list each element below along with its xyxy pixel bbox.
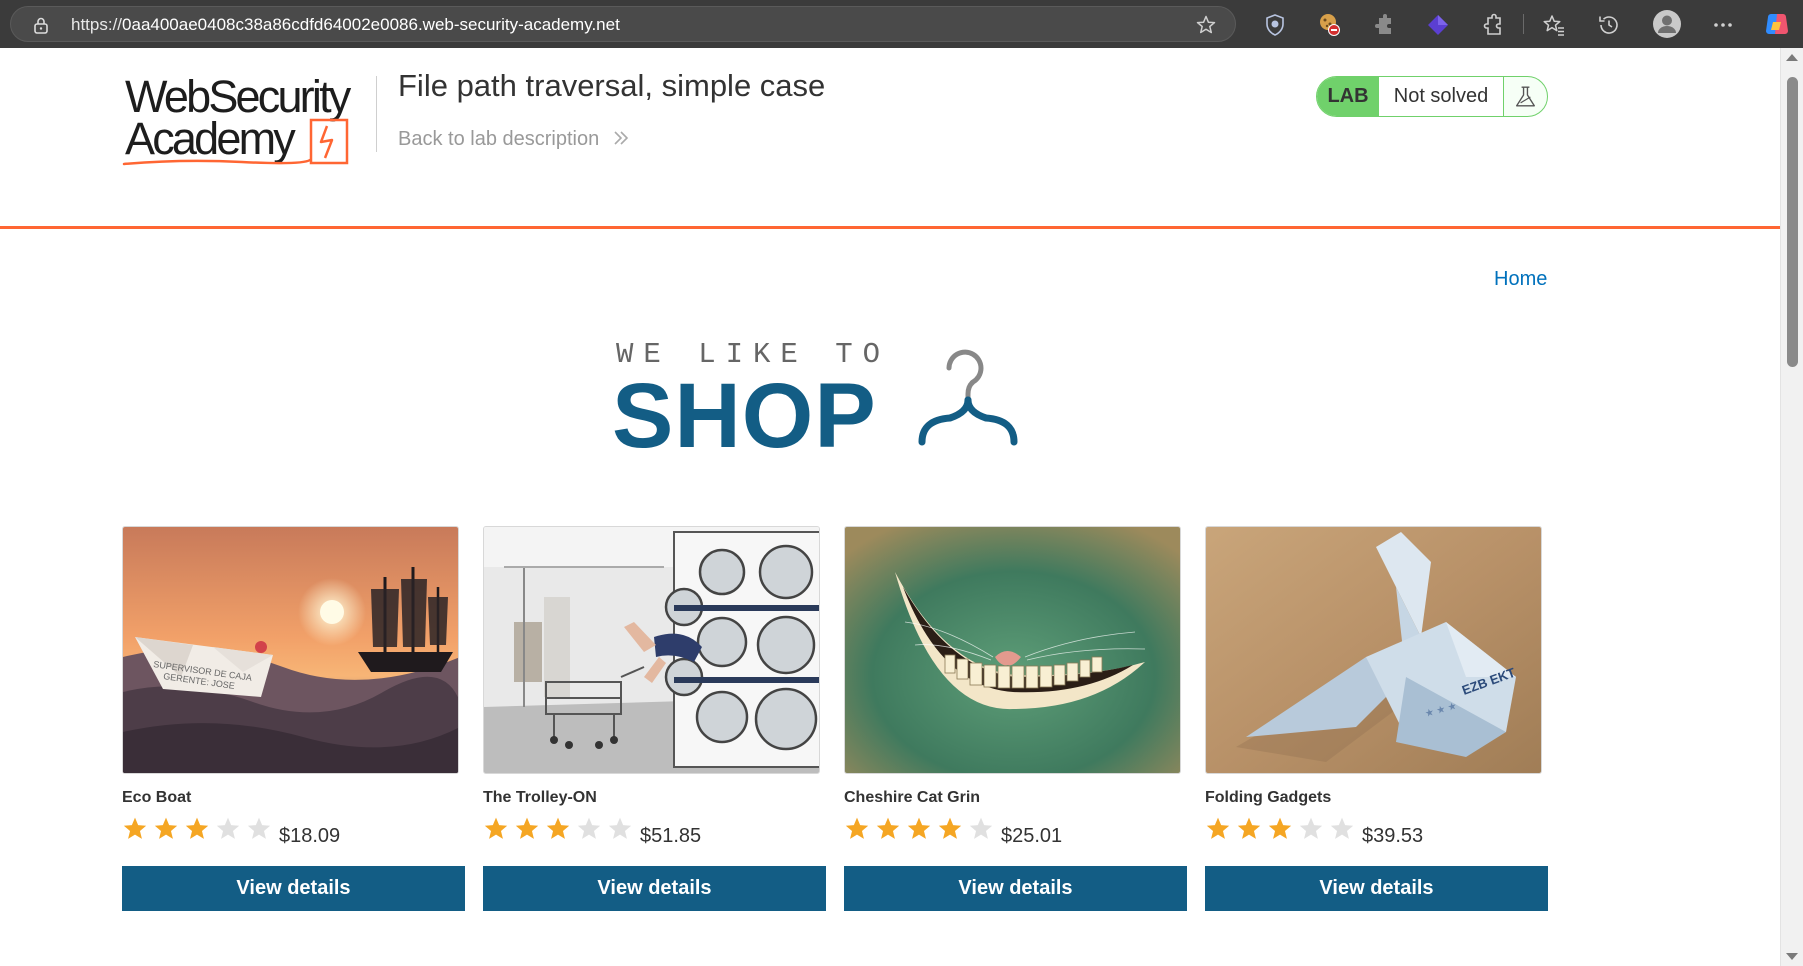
header-divider	[376, 76, 377, 152]
product-card: EZB EKT ★ ★ ★ Folding Gadgets $39.53 Vie…	[1205, 526, 1548, 966]
product-name: The Trolley-ON	[483, 789, 597, 806]
product-name: Eco Boat	[122, 789, 192, 806]
star-filled-icon	[1268, 817, 1292, 839]
view-details-button[interactable]: View details	[122, 866, 465, 911]
star-filled-icon	[845, 817, 869, 839]
star-filled-icon	[484, 817, 508, 839]
product-image-folding-gadgets: EZB EKT ★ ★ ★	[1205, 526, 1542, 774]
copilot-icon[interactable]	[1763, 10, 1791, 38]
product-rating	[844, 816, 999, 844]
lab-label: LAB	[1317, 77, 1379, 116]
back-to-lab-description-link[interactable]: Back to lab description	[398, 128, 629, 151]
url-scheme: https://	[71, 15, 123, 34]
product-rating	[122, 816, 277, 844]
star-filled-icon	[1237, 817, 1261, 839]
scroll-up-arrow-icon[interactable]	[1786, 54, 1798, 61]
view-details-button[interactable]: View details	[483, 866, 826, 911]
extensions-icon[interactable]	[1480, 12, 1506, 38]
back-link-label: Back to lab description	[398, 128, 600, 150]
favorite-star-icon[interactable]	[1195, 14, 1217, 36]
view-details-button[interactable]: View details	[1205, 866, 1548, 911]
lab-header: WebSecurity Academy File path traversal,…	[0, 48, 1780, 229]
star-filled-icon	[1206, 817, 1230, 839]
star-filled-icon	[907, 817, 931, 839]
banner-shop: SHOP	[612, 365, 877, 467]
logo-lightning-icon	[122, 118, 349, 166]
shield-extension-icon[interactable]	[1262, 12, 1288, 38]
product-name: Folding Gadgets	[1205, 789, 1332, 806]
star-filled-icon	[938, 817, 962, 839]
page-content: WebSecurity Academy File path traversal,…	[0, 48, 1780, 966]
nav-home-link[interactable]: Home	[1494, 268, 1547, 291]
star-empty-icon	[608, 817, 632, 839]
star-empty-icon	[969, 817, 993, 839]
puzzle-extension-icon[interactable]	[1371, 12, 1397, 38]
history-icon[interactable]	[1596, 12, 1622, 38]
view-details-button[interactable]: View details	[844, 866, 1187, 911]
url-text[interactable]: https://0aa400ae0408c38a86cdfd64002e0086…	[71, 15, 620, 35]
lab-status-badge: LAB Not solved	[1316, 76, 1548, 117]
product-rating	[483, 816, 638, 844]
star-empty-icon	[247, 817, 271, 839]
product-rating	[1205, 816, 1360, 844]
star-empty-icon	[577, 817, 601, 839]
favorites-icon[interactable]	[1541, 12, 1567, 38]
star-empty-icon	[1299, 817, 1323, 839]
flask-icon	[1503, 77, 1535, 116]
cookie-extension-icon[interactable]	[1317, 12, 1343, 38]
diamond-extension-icon[interactable]	[1425, 12, 1451, 38]
product-price: $25.01	[1001, 825, 1063, 847]
star-filled-icon	[876, 817, 900, 839]
star-filled-icon	[515, 817, 539, 839]
scroll-down-arrow-icon[interactable]	[1786, 953, 1798, 960]
star-filled-icon	[185, 817, 209, 839]
url-host: 0aa400ae0408c38a86cdfd64002e0086.web-sec…	[122, 15, 620, 34]
product-image-trolley-on	[483, 526, 820, 774]
vertical-scrollbar[interactable]	[1780, 48, 1803, 966]
product-card: Cheshire Cat Grin $25.01 View details	[844, 526, 1187, 966]
web-security-academy-logo[interactable]: WebSecurity Academy	[122, 74, 372, 166]
product-card: The Trolley-ON $51.85 View details	[483, 526, 826, 966]
star-empty-icon	[1330, 817, 1354, 839]
product-image-eco-boat: SUPERVISOR DE CAJA GERENTE: JOSE	[122, 526, 459, 774]
toolbar-separator	[1523, 14, 1524, 34]
double-chevron-right-icon	[614, 131, 628, 145]
star-filled-icon	[123, 817, 147, 839]
lab-status: Not solved	[1379, 77, 1503, 116]
product-name: Cheshire Cat Grin	[844, 789, 981, 806]
product-price: $39.53	[1362, 825, 1424, 847]
product-price: $18.09	[279, 825, 341, 847]
browser-toolbar: https://0aa400ae0408c38a86cdfd64002e0086…	[0, 0, 1803, 48]
star-empty-icon	[216, 817, 240, 839]
address-bar[interactable]: https://0aa400ae0408c38a86cdfd64002e0086…	[10, 6, 1236, 42]
product-image-cheshire-cat-grin	[844, 526, 1181, 774]
scrollbar-thumb[interactable]	[1787, 77, 1798, 367]
product-card: SUPERVISOR DE CAJA GERENTE: JOSE Eco Boa…	[122, 526, 465, 966]
profile-icon[interactable]	[1652, 9, 1682, 39]
shop-banner: WE LIKE TO SHOP	[612, 338, 1062, 468]
product-price: $51.85	[640, 825, 702, 847]
star-filled-icon	[546, 817, 570, 839]
star-filled-icon	[154, 817, 178, 839]
product-grid: SUPERVISOR DE CAJA GERENTE: JOSE Eco Boa…	[122, 526, 1548, 966]
lab-title: File path traversal, simple case	[398, 68, 826, 103]
more-icon[interactable]	[1710, 12, 1736, 38]
hanger-icon	[918, 349, 1018, 446]
lock-icon[interactable]	[31, 15, 51, 35]
